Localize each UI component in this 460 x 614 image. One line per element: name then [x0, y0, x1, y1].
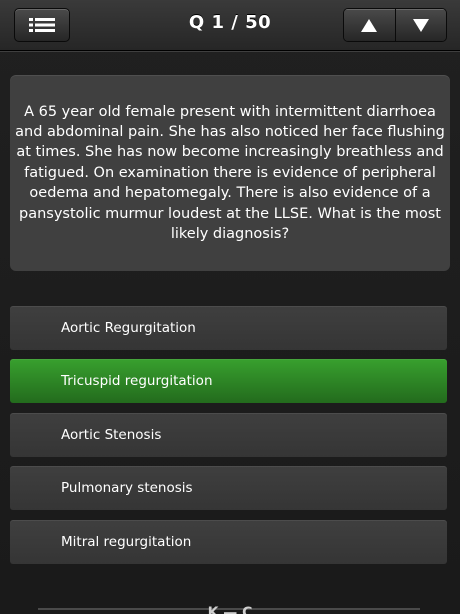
question-card: A 65 year old female present with interm… — [10, 75, 450, 271]
quiz-screen: Q 1 / 50 A 65 year old female present wi… — [0, 0, 460, 614]
answer-option-4[interactable]: Pulmonary stenosis — [10, 466, 447, 510]
next-question-button[interactable] — [394, 9, 446, 41]
up-triangle-icon — [361, 18, 378, 32]
question-nav-group — [343, 8, 447, 42]
answer-option-1[interactable]: Aortic Regurgitation — [10, 306, 447, 350]
answer-label: Pulmonary stenosis — [61, 480, 193, 496]
top-navigation-bar: Q 1 / 50 — [0, 0, 460, 51]
bottom-partial-text: K — C — [207, 605, 253, 614]
answer-label: Tricuspid regurgitation — [61, 373, 213, 389]
answer-option-2-correct[interactable]: Tricuspid regurgitation — [10, 359, 447, 403]
answer-option-5[interactable]: Mitral regurgitation — [10, 520, 447, 564]
answer-label: Aortic Stenosis — [61, 427, 162, 443]
previous-question-button[interactable] — [344, 9, 395, 41]
bottom-partial-section: K — C — [0, 600, 460, 614]
answer-option-3[interactable]: Aortic Stenosis — [10, 413, 447, 457]
answer-label: Aortic Regurgitation — [61, 320, 196, 336]
question-text: A 65 year old female present with interm… — [15, 103, 445, 243]
answer-label: Mitral regurgitation — [61, 534, 192, 550]
down-triangle-icon — [412, 18, 429, 32]
